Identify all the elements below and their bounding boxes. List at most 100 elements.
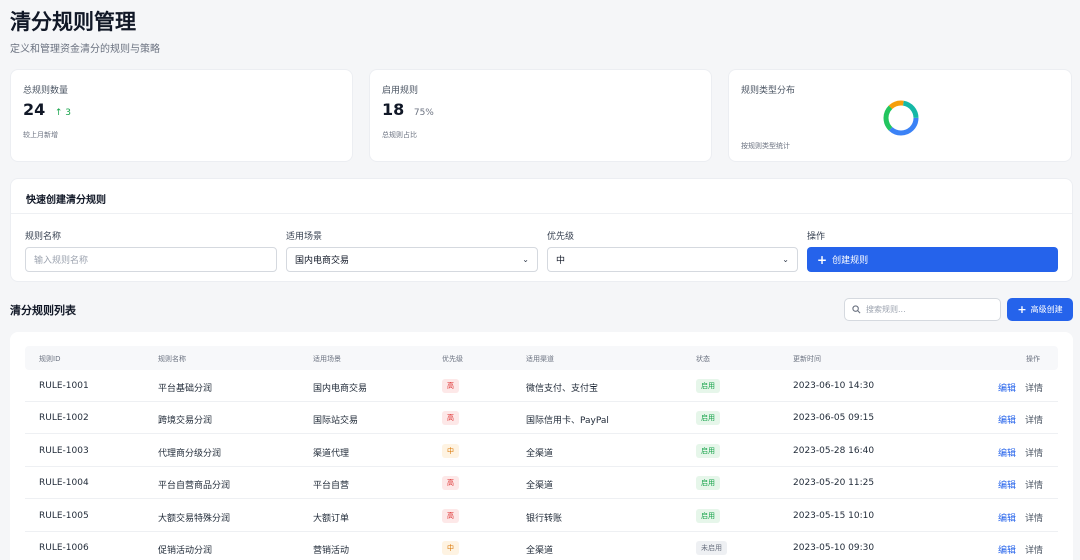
arrow-up-icon: ↑ bbox=[54, 108, 63, 118]
rule-channel: 全渠道 bbox=[526, 481, 554, 492]
chevron-down-icon: ⌄ bbox=[782, 255, 789, 264]
rule-name: 跨境交易分润 bbox=[158, 416, 213, 427]
updated-time: 2023-05-10 09:30 bbox=[793, 543, 875, 553]
edit-link[interactable]: 编辑 bbox=[998, 543, 1016, 556]
plus-icon: + bbox=[1017, 303, 1027, 316]
stat-label: 规则类型分布 bbox=[741, 86, 796, 96]
button-label: 创建规则 bbox=[832, 256, 869, 266]
chevron-down-icon: ⌄ bbox=[522, 255, 529, 264]
search-icon bbox=[852, 305, 861, 314]
edit-link[interactable]: 编辑 bbox=[998, 446, 1016, 459]
table-row[interactable]: RULE-1001 平台基础分润 国内电商交易 高 微信支付、支付宝 启用 2023-06-… bbox=[25, 370, 1058, 402]
edit-link[interactable]: 编辑 bbox=[998, 511, 1016, 524]
rule-name: 代理商分级分润 bbox=[158, 448, 222, 459]
updated-time: 2023-05-28 16:40 bbox=[793, 445, 875, 456]
priority-badge: 高 bbox=[442, 476, 459, 491]
edit-link[interactable]: 编辑 bbox=[998, 478, 1016, 491]
rule-id: RULE-1002 bbox=[39, 413, 89, 424]
field-label: 操作 bbox=[807, 232, 826, 242]
stat-note: 按规则类型统计 bbox=[741, 142, 790, 150]
rule-table: 规则ID 规则名称 适用场景 优先级 适用渠道 状态 更新时间 操作 RULE-… bbox=[10, 332, 1073, 560]
rule-scene: 平台自营 bbox=[313, 481, 350, 492]
rule-scene: 渠道代理 bbox=[313, 448, 350, 459]
rule-channel: 全渠道 bbox=[526, 546, 554, 556]
column-header: 操作 bbox=[1026, 355, 1040, 363]
edit-link[interactable]: 编辑 bbox=[998, 381, 1016, 394]
priority-field: 优先级 中 ⌄ bbox=[547, 229, 798, 272]
stat-card-types: 规则类型分布 按规则类型统计 bbox=[728, 69, 1072, 162]
stat-number: 18 bbox=[382, 100, 405, 119]
updated-time: 2023-06-05 09:15 bbox=[793, 413, 875, 424]
search-placeholder: 搜索规则... bbox=[866, 305, 906, 314]
scene-field: 适用场景 国内电商交易 ⌄ bbox=[286, 229, 538, 272]
rule-channel: 银行转账 bbox=[526, 513, 563, 524]
rule-scene: 大额订单 bbox=[313, 513, 350, 524]
detail-link[interactable]: 详情 bbox=[1025, 543, 1043, 556]
rule-search-input[interactable]: 搜索规则... bbox=[844, 298, 1001, 321]
status-badge: 启用 bbox=[696, 411, 720, 426]
updated-time: 2023-06-10 14:30 bbox=[793, 381, 875, 391]
table-header: 规则ID 规则名称 适用场景 优先级 适用渠道 状态 更新时间 操作 bbox=[25, 346, 1058, 370]
rule-name: 促销活动分润 bbox=[158, 546, 213, 556]
rule-channel: 全渠道 bbox=[526, 448, 554, 459]
rule-name-input[interactable]: 输入规则名称 bbox=[25, 247, 277, 272]
stat-card-enabled: 启用规则 18 75% 总规则占比 bbox=[369, 69, 712, 162]
stat-delta: ↑ 3 bbox=[55, 108, 71, 118]
table-row[interactable]: RULE-1006 促销活动分润 营销活动 中 全渠道 未启用 2023-05-10 09:… bbox=[25, 532, 1058, 560]
rule-scene: 营销活动 bbox=[313, 546, 350, 556]
rule-id: RULE-1004 bbox=[39, 478, 89, 489]
rule-name: 大额交易特殊分润 bbox=[158, 513, 231, 524]
column-header: 规则名称 bbox=[158, 355, 186, 363]
action-field: 操作 + 创建规则 bbox=[807, 229, 1058, 272]
detail-link[interactable]: 详情 bbox=[1025, 381, 1043, 394]
priority-badge: 高 bbox=[442, 508, 459, 523]
status-badge: 启用 bbox=[696, 508, 720, 523]
input-placeholder: 输入规则名称 bbox=[34, 256, 89, 266]
column-header: 状态 bbox=[696, 355, 710, 363]
rule-channel: 微信支付、支付宝 bbox=[526, 384, 599, 394]
rule-id: RULE-1006 bbox=[39, 543, 89, 553]
edit-link[interactable]: 编辑 bbox=[998, 413, 1016, 426]
priority-badge: 高 bbox=[442, 411, 459, 426]
column-header: 适用场景 bbox=[313, 355, 341, 363]
rule-scene: 国际站交易 bbox=[313, 416, 359, 427]
rule-name: 平台自营商品分润 bbox=[158, 481, 231, 492]
priority-badge: 中 bbox=[442, 541, 459, 555]
select-value: 中 bbox=[556, 256, 566, 266]
stat-note: 较上月新增 bbox=[23, 131, 58, 139]
detail-link[interactable]: 详情 bbox=[1025, 413, 1043, 426]
status-badge: 启用 bbox=[696, 443, 720, 458]
stat-percent: 75% bbox=[413, 108, 434, 118]
priority-select[interactable]: 中 ⌄ bbox=[547, 247, 798, 272]
table-row[interactable]: RULE-1005 大额交易特殊分润 大额订单 高 银行转账 启用 2023-05-15 1… bbox=[25, 500, 1058, 532]
rule-id: RULE-1001 bbox=[39, 381, 89, 391]
create-rule-button[interactable]: + 创建规则 bbox=[807, 247, 1058, 272]
divider bbox=[11, 213, 1072, 214]
quick-create-panel: 快速创建清分规则 规则名称 输入规则名称 适用场景 国内电商交易 ⌄ 优先级 中… bbox=[10, 178, 1073, 282]
table-row[interactable]: RULE-1002 跨境交易分润 国际站交易 高 国际信用卡、PayPal 启用 2023-… bbox=[25, 402, 1058, 435]
page-header: 清分规则管理 定义和管理资金清分的规则与策略 bbox=[10, 8, 160, 55]
page-subtitle: 定义和管理资金清分的规则与策略 bbox=[10, 44, 160, 55]
scene-select[interactable]: 国内电商交易 ⌄ bbox=[286, 247, 538, 272]
status-badge: 未启用 bbox=[696, 541, 727, 555]
field-label: 适用场景 bbox=[286, 232, 323, 242]
detail-link[interactable]: 详情 bbox=[1025, 446, 1043, 459]
quick-create-title: 快速创建清分规则 bbox=[26, 195, 106, 206]
rule-list-title: 清分规则列表 bbox=[10, 304, 76, 317]
detail-link[interactable]: 详情 bbox=[1025, 478, 1043, 491]
button-label: 高级创建 bbox=[1030, 305, 1063, 314]
rule-id: RULE-1005 bbox=[39, 510, 89, 521]
rule-scene: 国内电商交易 bbox=[313, 384, 368, 394]
table-row[interactable]: RULE-1003 代理商分级分润 渠道代理 中 全渠道 启用 2023-05-28 16:… bbox=[25, 435, 1058, 467]
stat-label: 总规则数量 bbox=[23, 86, 69, 96]
column-header: 适用渠道 bbox=[526, 355, 554, 363]
table-row[interactable]: RULE-1004 平台自营商品分润 平台自营 高 全渠道 启用 2023-05-20 11… bbox=[25, 467, 1058, 500]
detail-link[interactable]: 详情 bbox=[1025, 511, 1043, 524]
stat-delta-value: 3 bbox=[65, 108, 71, 118]
rule-channel: 国际信用卡、PayPal bbox=[526, 416, 609, 427]
status-badge: 启用 bbox=[696, 476, 720, 491]
rule-name: 平台基础分润 bbox=[158, 384, 213, 394]
field-label: 优先级 bbox=[547, 232, 575, 242]
advanced-create-button[interactable]: + 高级创建 bbox=[1007, 298, 1073, 321]
rule-name-field: 规则名称 输入规则名称 bbox=[25, 229, 277, 272]
